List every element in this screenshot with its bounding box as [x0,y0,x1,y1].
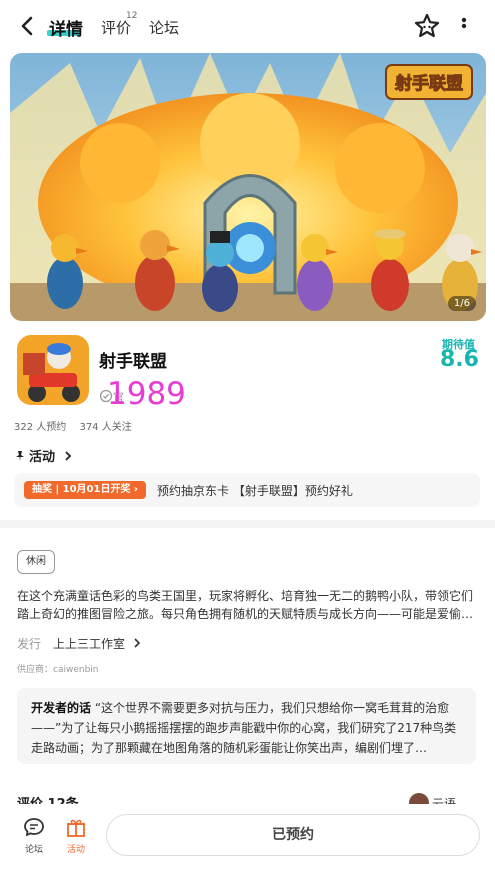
chat-bubble-icon [24,818,44,837]
app-icon[interactable] [17,335,89,405]
star-icon[interactable] [413,12,441,40]
banner-pager: 1/6 [447,296,476,311]
supplier-info: 供应商：caiwenbin [17,665,99,675]
section-divider [0,520,495,528]
activity-card[interactable]: 抽奖 | 10月01日开奖 › 预约抽京东卡 【射手联盟】预约好礼 [14,473,480,507]
tab-forum[interactable]: 论坛 [149,17,179,38]
chevron-right-icon [64,451,71,461]
publisher-label: 发行 [17,637,42,651]
more-vertical-icon[interactable] [454,14,474,38]
app-name: 射手联盟 [99,352,167,372]
bottom-forum-label: 论坛 [24,845,43,855]
bottom-action-bar: 论坛 活动 已预约 [0,804,495,880]
tab-details[interactable]: 详情 [49,15,83,40]
app-stats: 322 人预约 374 人关注 [14,418,142,433]
follower-count: 374 人关注 [79,422,132,433]
gift-icon [67,819,85,837]
hero-banner[interactable]: 射手联盟 1/6 [10,53,486,321]
game-description[interactable]: 在这个充满童话色彩的鸟类王国里，玩家将孵化、培育独一无二的鹅鸭小队，带领它们踏上… [17,587,483,623]
chevron-right-icon [134,638,140,648]
activity-text: 预约抽京东卡 【射手联盟】预约好礼 [157,484,353,498]
lottery-badge: 抽奖 | 10月01日开奖 › [24,481,147,499]
reservation-count: 322 人预约 [14,422,67,433]
publisher-row[interactable]: 发行 上上三工作室 [17,635,142,652]
developer-note-text: “这个世界不需要更多对抗与压力，我们只想给你一窝毛茸茸的治愈——”为了让每只小鹅… [31,701,457,755]
activity-header[interactable]: 活动 [14,446,73,465]
overlay-number: 1989 [107,376,186,412]
top-nav-bar: 详情 评价 12 论坛 [0,0,495,52]
game-logo: 射手联盟 [384,63,474,101]
reviews-count-badge: 12 [126,11,138,21]
game-logo-text: 射手联盟 [394,73,463,94]
bottom-activity-button[interactable]: 活动 [61,816,91,855]
genre-tag[interactable]: 休闲 [17,550,55,574]
bottom-activity-label: 活动 [66,845,85,855]
developer-note-card[interactable]: 开发者的话 “这个世界不需要更多对抗与压力，我们只想给你一窝毛茸茸的治愈——”为… [17,688,476,764]
reserved-button[interactable]: 已预约 [106,814,480,856]
expect-score: 8.6 [440,347,479,372]
developer-note-title: 开发者的话 [31,701,92,715]
bottom-forum-button[interactable]: 论坛 [19,816,49,855]
activity-title: 活动 [29,450,56,465]
back-arrow-icon[interactable] [16,14,40,38]
pin-icon [16,451,24,461]
publisher-name: 上上三工作室 [53,637,126,651]
